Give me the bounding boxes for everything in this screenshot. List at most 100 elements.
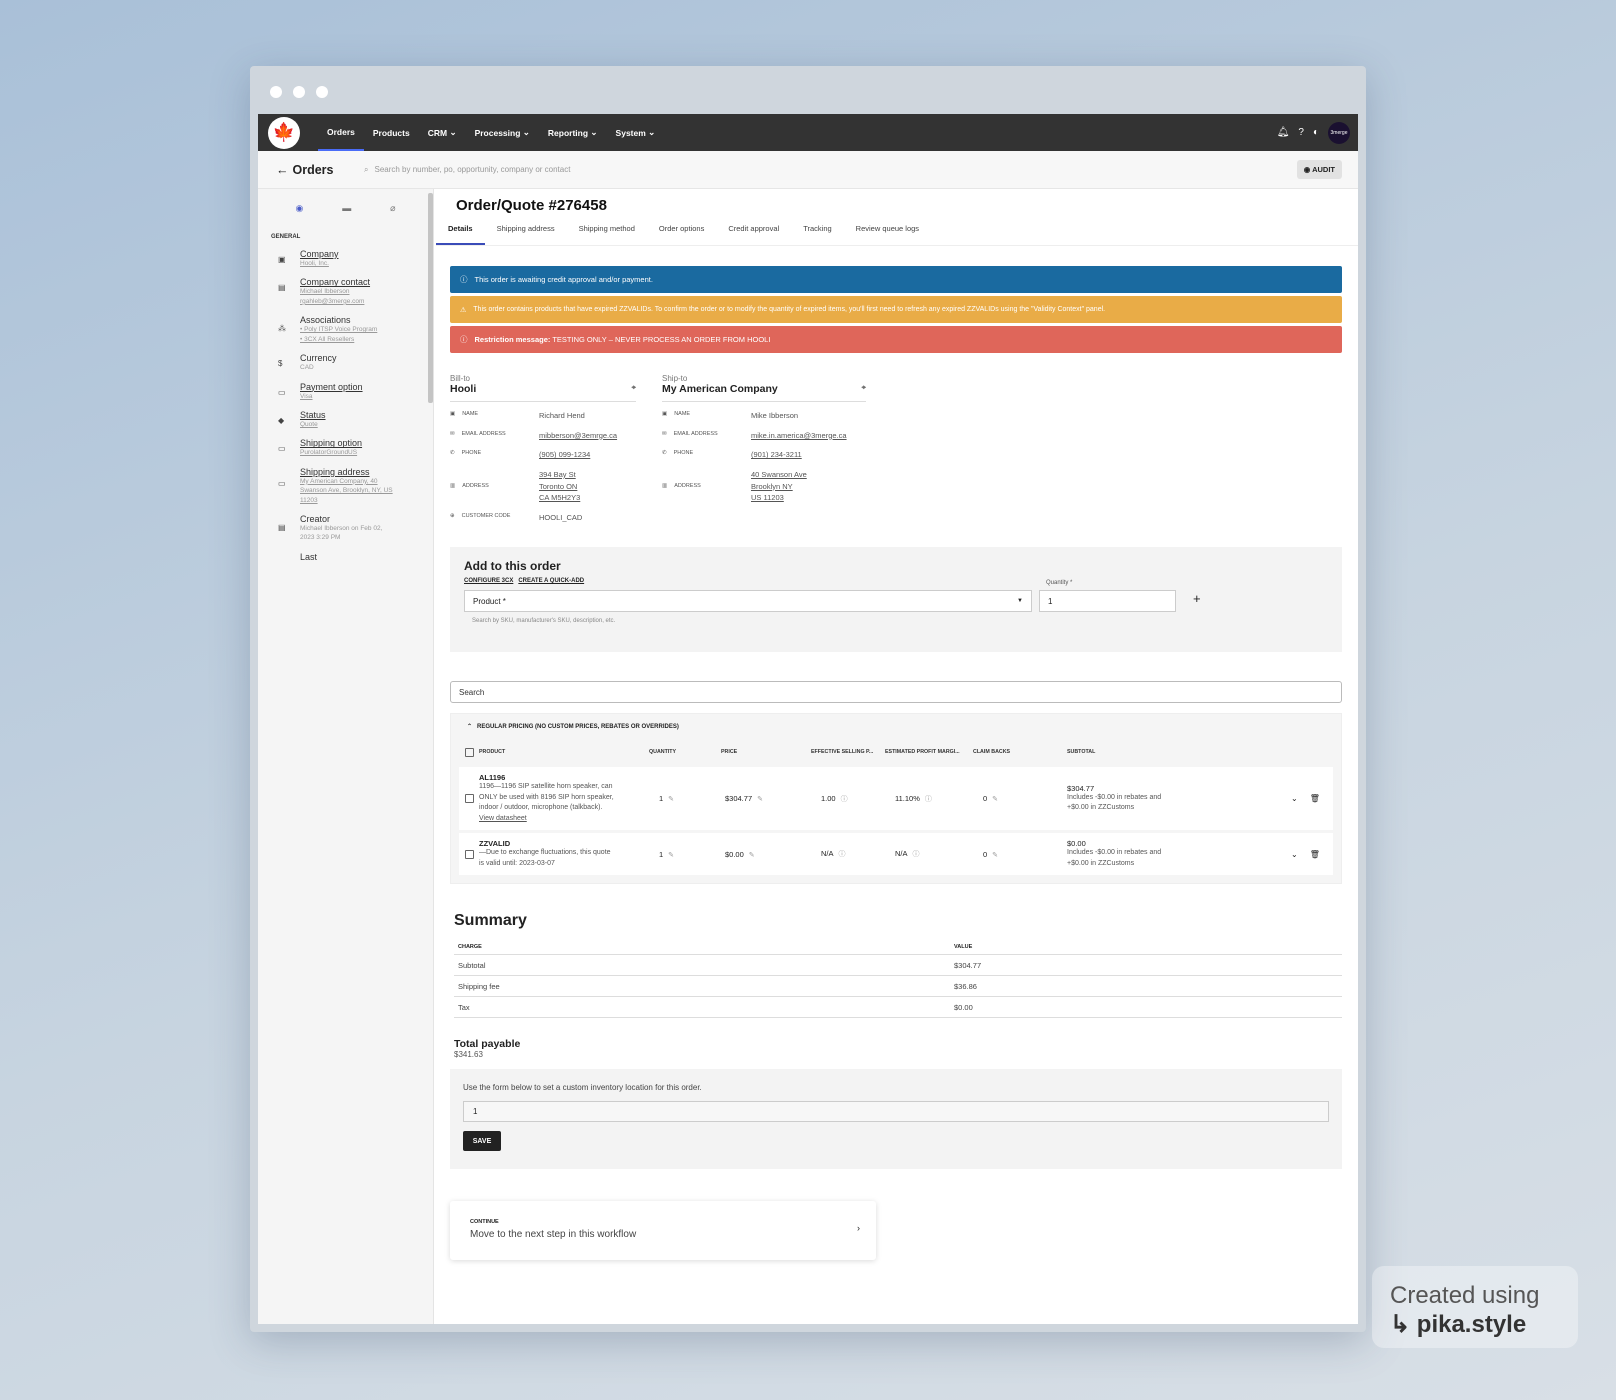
help-icon[interactable]: ? — [1298, 127, 1304, 138]
add-icon[interactable]: + — [1193, 591, 1201, 612]
ship-to-address[interactable]: 40 Swanson Ave Brooklyn NY US 11203 — [751, 469, 807, 504]
window-dot-1[interactable] — [270, 86, 282, 98]
info-icon[interactable]: ⓘ — [841, 796, 848, 803]
tab-details[interactable]: Details — [436, 224, 485, 245]
location-pin-icon[interactable]: ⌖ — [861, 383, 866, 395]
row-checkbox[interactable] — [465, 794, 474, 804]
row-checkbox[interactable] — [465, 849, 474, 859]
address-line: Toronto ON — [539, 481, 578, 491]
trash-icon[interactable]: 🗑︎ — [1310, 794, 1320, 803]
attachment-icon[interactable]: ⌀ — [390, 203, 395, 214]
nav-crm[interactable]: CRM ⌄ — [419, 114, 466, 151]
status-icon: ◆ — [278, 415, 285, 425]
datasheet-link[interactable]: View datasheet — [479, 814, 649, 825]
product-desc: ONLY be used with 8196 SIP horn speaker, — [479, 793, 614, 801]
tab-shipping-address[interactable]: Shipping address — [485, 224, 567, 245]
globe-icon[interactable]: ◉ — [295, 203, 303, 214]
sidebar-item-shipping-address[interactable]: ▭ Shipping address My American Company, 4… — [278, 467, 418, 505]
bill-to-address[interactable]: 394 Bay St Toronto ON CA M5H2Y3 — [539, 469, 580, 504]
email-icon: ✉ — [450, 430, 455, 437]
avatar-label: 3merge — [1330, 129, 1348, 136]
price-value: $304.77 — [725, 794, 753, 804]
quick-add-link[interactable]: CREATE A QUICK-ADD — [518, 578, 584, 584]
address-line: Brooklyn NY — [751, 481, 793, 491]
tab-tracking[interactable]: Tracking — [791, 224, 843, 245]
edit-icon[interactable]: ✎ — [992, 796, 998, 803]
address-line: US 11203 — [751, 493, 784, 503]
product-desc: 1196—1196 SIP satellite horn speaker, ca… — [479, 783, 613, 791]
tab-bar: Details Shipping address Shipping method… — [436, 224, 1358, 246]
nav-orders[interactable]: Orders — [318, 114, 364, 151]
sidebar-value: Michael Ibberson on Feb 02, — [300, 525, 383, 533]
bill-to-email[interactable]: mibberson@3emrge.ca — [539, 430, 617, 442]
global-search[interactable]: ⌕ Search by number, po, opportunity, comp… — [364, 165, 570, 175]
window-dot-3[interactable] — [316, 86, 328, 98]
search-placeholder: Search by number, po, opportunity, compa… — [374, 165, 571, 174]
sidebar-item-company-contact[interactable]: ▤ Company contact Michael Ibberson rgahleb… — [278, 277, 418, 306]
address-icon: ▭ — [278, 478, 286, 488]
select-all-checkbox[interactable] — [465, 747, 474, 757]
tab-order-options[interactable]: Order options — [647, 224, 716, 245]
tab-credit-approval[interactable]: Credit approval — [716, 224, 791, 245]
chat-icon[interactable]: ▬ — [342, 203, 351, 214]
items-search-input[interactable]: Search — [450, 681, 1342, 704]
quantity-input[interactable]: 1 — [1039, 590, 1176, 613]
ship-to-phone[interactable]: (901) 234-3211 — [751, 449, 802, 461]
nav-products[interactable]: Products — [364, 114, 419, 151]
edit-icon[interactable]: ✎ — [757, 796, 763, 803]
maple-leaf-logo[interactable]: 🍁 — [268, 116, 300, 149]
quantity-value: 1 — [659, 849, 664, 859]
product-select[interactable]: Product * ▼ — [464, 590, 1032, 613]
window-dot-2[interactable] — [293, 86, 305, 98]
info-icon[interactable]: ⓘ — [925, 796, 932, 803]
tab-review-queue-logs[interactable]: Review queue logs — [844, 224, 931, 245]
edit-icon[interactable]: ✎ — [668, 852, 674, 859]
sidebar-item-shipping-option[interactable]: ▭ Shipping option PurolatorGroundUS — [278, 438, 418, 457]
product-hint: Search by SKU, manufacturer's SKU, descr… — [472, 618, 616, 625]
nav-processing[interactable]: Processing ⌄ — [466, 114, 539, 151]
sidebar-item-company[interactable]: ▣ Company Hooli, Inc. — [278, 249, 418, 268]
location-pin-icon[interactable]: ⌖ — [631, 383, 636, 395]
nav-system[interactable]: System ⌄ — [607, 114, 665, 151]
edit-icon[interactable]: ✎ — [668, 796, 674, 803]
ship-to-email[interactable]: mike.in.america@3merge.ca — [751, 430, 847, 442]
inventory-location-input[interactable]: 1 — [463, 1101, 1329, 1123]
configure-3cx-link[interactable]: CONFIGURE 3CX — [464, 578, 513, 584]
total-label: Total payable — [454, 1038, 521, 1051]
pricing-group-label: REGULAR PRICING (NO CUSTOM PRICES, REBAT… — [477, 724, 679, 731]
bell-icon[interactable]: 🔔︎ — [1277, 127, 1290, 138]
sidebar-value[interactable]: • Poly ITSP Voice Program — [300, 325, 377, 334]
pricing-group-header[interactable]: ⌃ REGULAR PRICING (NO CUSTOM PRICES, REB… — [459, 714, 1333, 740]
info-icon[interactable]: ⓘ — [913, 851, 920, 858]
sidebar-scrollbar[interactable] — [428, 193, 433, 403]
sidebar-item-payment-option[interactable]: ▭ Payment option Visa — [278, 382, 418, 401]
globe-icon: ⊕ — [450, 512, 455, 519]
edit-icon[interactable]: ✎ — [749, 852, 755, 859]
chevron-down-icon[interactable]: ⌄ — [1291, 850, 1298, 859]
continue-card[interactable]: CONTINUE Move to the next step in this w… — [450, 1201, 876, 1261]
sidebar-value[interactable]: • 3CX All Resellers — [300, 335, 377, 344]
audit-button[interactable]: ◉ AUDIT — [1296, 160, 1342, 179]
theme-toggle-icon[interactable]: ◐ — [1313, 127, 1319, 138]
ship-to-name: My American Company — [662, 383, 778, 395]
nav-label: Processing — [474, 127, 521, 138]
claim-value: 0 — [983, 849, 988, 859]
charge-label: Shipping fee — [458, 981, 500, 991]
nav-reporting[interactable]: Reporting ⌄ — [539, 114, 607, 151]
subtotal-value: $304.77 — [1067, 783, 1095, 793]
info-icon[interactable]: ⓘ — [839, 851, 846, 858]
bill-to-code: HOOLI_CAD — [539, 512, 583, 522]
bill-to-phone[interactable]: (905) 099-1234 — [539, 449, 590, 461]
edit-icon[interactable]: ✎ — [992, 852, 998, 859]
back-to-orders[interactable]: ← Orders — [258, 163, 358, 177]
field-label: EMAIL ADDRESS — [461, 430, 506, 437]
sidebar-item-status[interactable]: ◆ Status Quote — [278, 410, 418, 429]
sidebar-label: Shipping option — [300, 438, 363, 449]
chevron-down-icon[interactable]: ⌄ — [1291, 794, 1298, 803]
save-button[interactable]: SAVE — [463, 1131, 501, 1152]
trash-icon[interactable]: 🗑︎ — [1310, 850, 1320, 859]
phone-icon: ✆ — [662, 450, 667, 457]
tab-shipping-method[interactable]: Shipping method — [567, 224, 647, 245]
avatar[interactable]: 3merge — [1328, 121, 1350, 144]
error-alert-label: Restriction message: — [474, 335, 551, 344]
